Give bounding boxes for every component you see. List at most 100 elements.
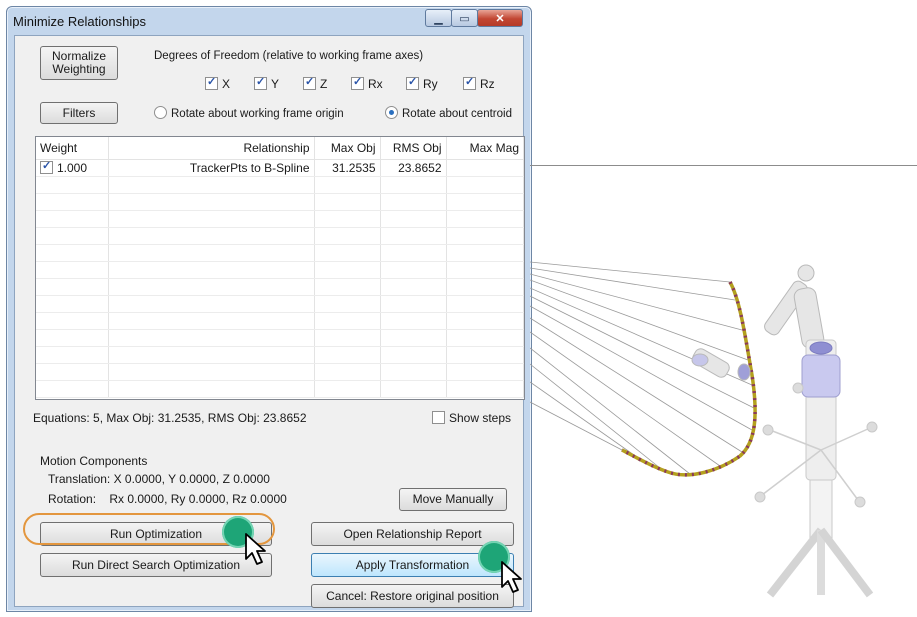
cancel-restore-button[interactable]: Cancel: Restore original position (311, 584, 514, 608)
empty-cell (108, 278, 315, 296)
filters-button[interactable]: Filters (40, 102, 118, 124)
dof-checkbox-label: Rz (480, 77, 495, 91)
mouse-cursor-icon (245, 533, 266, 565)
rotate-centroid-radio[interactable]: Rotate about centroid (385, 106, 512, 120)
empty-cell (380, 278, 447, 296)
maximize-icon: ▭ (459, 12, 470, 25)
empty-table-row (36, 329, 524, 347)
table-row[interactable]: 1.000 TrackerPts to B-Spline 31.2535 23.… (36, 159, 524, 177)
empty-table-row (36, 346, 524, 364)
dof-checkbox-label: Ry (423, 77, 438, 91)
run-direct-search-button[interactable]: Run Direct Search Optimization (40, 553, 272, 577)
empty-cell (36, 346, 109, 364)
column-weight[interactable]: Weight (36, 137, 109, 160)
dof-checkbox-z[interactable]: Z (303, 75, 327, 91)
3d-viewport[interactable] (530, 150, 917, 610)
empty-cell (36, 278, 109, 296)
move-manually-button[interactable]: Move Manually (399, 488, 507, 511)
weight-cell[interactable]: 1.000 (36, 159, 109, 177)
empty-table-row (36, 227, 524, 245)
rotate-centroid-radio-dot (385, 106, 398, 119)
open-relationship-report-button[interactable]: Open Relationship Report (311, 522, 514, 546)
empty-cell (314, 312, 381, 330)
dof-checkbox-x[interactable]: X (205, 75, 231, 91)
dof-checkbox-label: Rx (368, 77, 383, 91)
projection-line (530, 331, 721, 467)
show-steps-box (432, 411, 445, 424)
empty-table-row (36, 176, 524, 194)
dof-checkbox-box (406, 75, 419, 90)
empty-cell (36, 176, 109, 194)
empty-cell (314, 346, 381, 364)
rotate-origin-radio[interactable]: Rotate about working frame origin (154, 106, 344, 120)
dof-checkbox-box (463, 75, 476, 90)
column-relationship[interactable]: Relationship (108, 137, 315, 160)
empty-cell (314, 244, 381, 262)
dof-checkbox-box (303, 75, 316, 90)
dialog-title: Minimize Relationships (13, 14, 146, 29)
empty-cell (36, 261, 109, 279)
empty-cell (108, 176, 315, 194)
projection-line (530, 261, 731, 283)
empty-cell (446, 346, 524, 364)
projection-line (530, 347, 691, 475)
empty-cell (446, 380, 524, 398)
empty-cell (36, 244, 109, 262)
empty-cell (108, 244, 315, 262)
empty-cell (446, 176, 524, 194)
minimize-button[interactable]: ▁ (425, 9, 452, 27)
tracker-points (621, 281, 757, 477)
title-bar[interactable]: Minimize Relationships ▁ ▭ ✕ (7, 7, 531, 35)
dof-checkbox-rz[interactable]: Rz (463, 75, 495, 91)
dof-checkbox-ry[interactable]: Ry (406, 75, 438, 91)
empty-cell (108, 380, 315, 398)
empty-cell (36, 380, 109, 398)
empty-cell (108, 329, 315, 347)
empty-table-row (36, 210, 524, 228)
empty-cell (108, 193, 315, 211)
empty-cell (380, 261, 447, 279)
empty-table-row (36, 380, 524, 398)
rotate-origin-radio-dot (154, 106, 167, 119)
row-enable-checkbox[interactable] (40, 159, 53, 174)
dof-checkbox-box (351, 75, 364, 90)
empty-table-row (36, 278, 524, 296)
empty-cell (108, 261, 315, 279)
empty-cell (314, 210, 381, 228)
close-button[interactable]: ✕ (477, 9, 523, 27)
column-max-obj[interactable]: Max Obj (314, 137, 381, 160)
projection-line (530, 267, 736, 301)
empty-cell (108, 227, 315, 245)
projection-line (530, 279, 749, 361)
empty-cell (108, 312, 315, 330)
empty-cell (446, 363, 524, 381)
empty-cell (108, 346, 315, 364)
dof-checkbox-box (205, 75, 218, 90)
maximize-button[interactable]: ▭ (451, 9, 478, 27)
empty-cell (446, 312, 524, 330)
empty-cell (314, 278, 381, 296)
dof-checkbox-y[interactable]: Y (254, 75, 280, 91)
empty-cell (314, 295, 381, 313)
empty-cell (36, 227, 109, 245)
dof-checkbox-rx[interactable]: Rx (351, 75, 383, 91)
dof-label: Degrees of Freedom (relative to working … (154, 50, 424, 62)
relationships-table: Weight Relationship Max Obj RMS Obj Max … (35, 136, 525, 400)
normalize-weighting-button[interactable]: Normalize Weighting (40, 46, 118, 80)
empty-cell (36, 312, 109, 330)
bspline-curve (621, 281, 757, 477)
dof-checkbox-label: X (222, 77, 231, 91)
empty-cell (36, 363, 109, 381)
rotate-centroid-label: Rotate about centroid (402, 108, 512, 120)
table-header-row: Weight Relationship Max Obj RMS Obj Max … (36, 137, 524, 160)
empty-cell (36, 295, 109, 313)
empty-cell (380, 346, 447, 364)
dof-checkbox-label: Y (271, 77, 280, 91)
empty-table-row (36, 295, 524, 313)
empty-table-row (36, 193, 524, 211)
column-rms-obj[interactable]: RMS Obj (380, 137, 447, 160)
show-steps-checkbox[interactable]: Show steps (432, 411, 511, 425)
empty-table-row (36, 363, 524, 381)
show-steps-label: Show steps (449, 411, 512, 425)
column-max-mag[interactable]: Max Mag (446, 137, 524, 160)
